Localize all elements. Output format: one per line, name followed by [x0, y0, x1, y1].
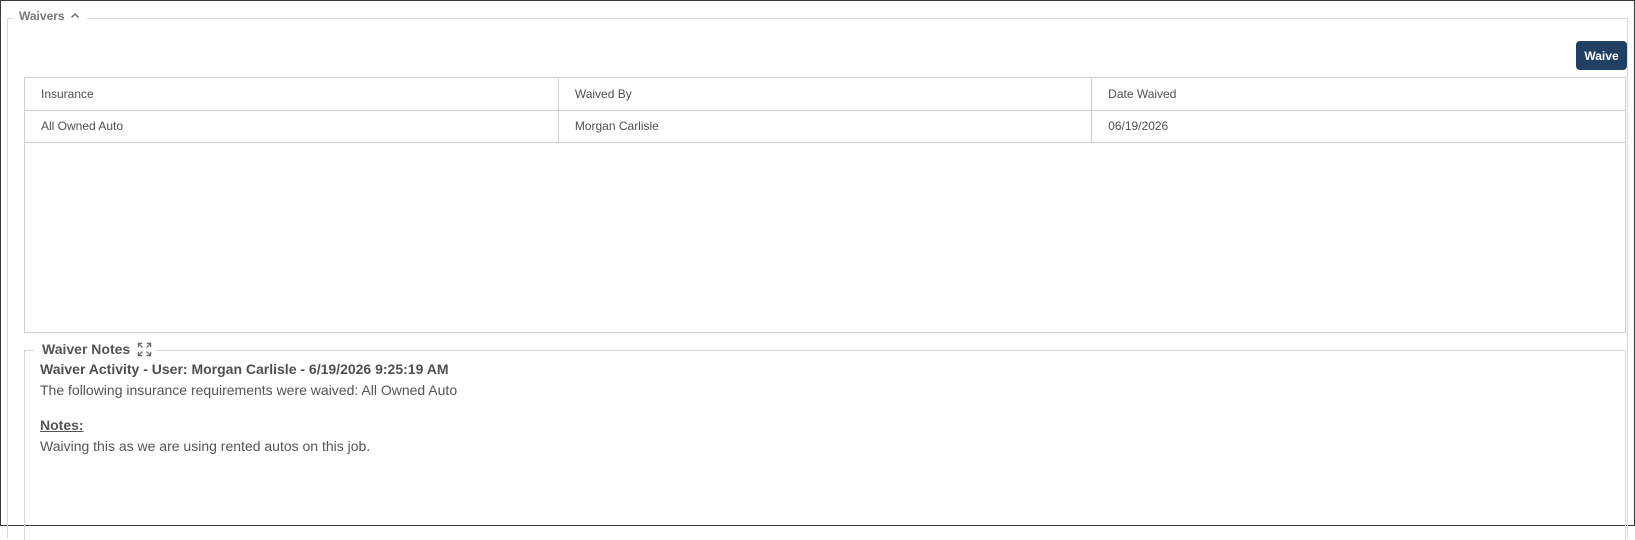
waiver-notes-header: Waiver Notes: [34, 341, 157, 357]
column-header-date-waived[interactable]: Date Waived: [1091, 78, 1625, 111]
waiver-activity-title: Waiver Activity - User: Morgan Carlisle …: [40, 361, 449, 377]
waiver-notes-title: Waiver Notes: [42, 341, 131, 357]
chevron-up-icon: [70, 13, 79, 18]
waivers-section-title: Waivers: [19, 9, 65, 23]
cell-date-waived: 06/19/2026: [1091, 110, 1625, 142]
expand-icon[interactable]: [137, 342, 152, 357]
cell-waived-by: Morgan Carlisle: [557, 110, 1092, 142]
column-header-insurance[interactable]: Insurance: [25, 78, 559, 111]
table-header-row: Insurance Waived By Date Waived: [25, 78, 1625, 111]
cell-insurance: All Owned Auto: [41, 119, 124, 133]
waiver-activity-text: The following insurance requirements wer…: [40, 382, 458, 398]
waivers-table: Insurance Waived By Date Waived All Owne…: [24, 77, 1626, 333]
column-header-waived-by[interactable]: Waived By: [557, 78, 1092, 111]
waive-button[interactable]: Waive: [1576, 41, 1627, 70]
notes-heading: Notes:: [40, 417, 84, 433]
table-row[interactable]: All Owned Auto Morgan Carlisle 06/19/202…: [25, 110, 1625, 142]
notes-text: Waiving this as we are using rented auto…: [40, 438, 371, 454]
waivers-section-toggle[interactable]: Waivers: [13, 9, 87, 23]
